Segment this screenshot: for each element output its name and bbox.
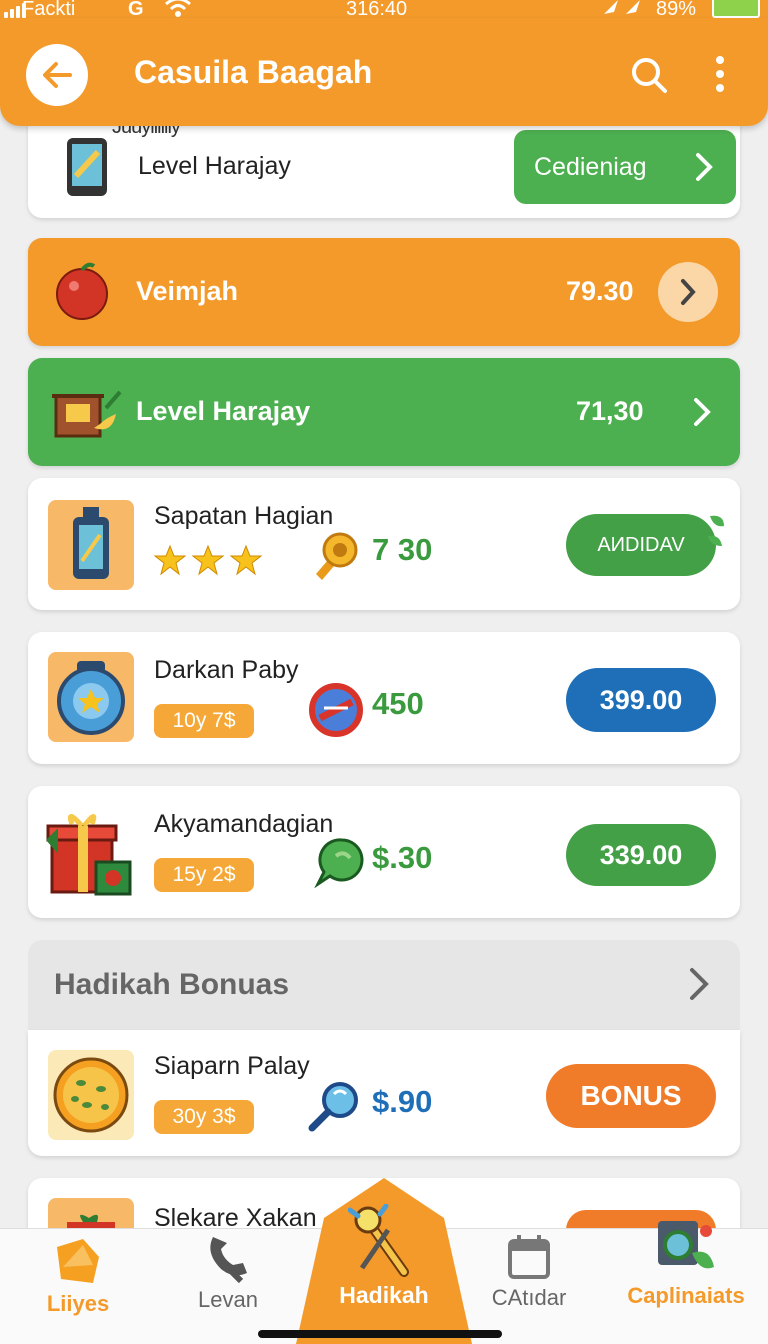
cookie-icon — [53, 1057, 129, 1133]
app-header: Casuila Baagah — [0, 18, 768, 126]
product-button-label: AИDIDAV — [597, 533, 685, 556]
nav-item-liiyes[interactable]: Liiyes — [28, 1229, 128, 1344]
nav-label: CAtıdar — [491, 1285, 567, 1310]
star-rating — [154, 544, 262, 576]
product-button[interactable]: AИDIDAV — [566, 514, 716, 576]
product-button[interactable]: 399.00 — [566, 668, 716, 732]
bonus-section-header[interactable]: Hadikah Bonuas — [28, 940, 740, 1032]
magic-wand-icon — [348, 1204, 409, 1277]
banner-green[interactable]: Level Harajay 71,30 — [28, 358, 740, 466]
bonus-item-card: Siaparn Palay 30y 3$ $.90 BONUS — [28, 1030, 740, 1156]
battery-icon — [712, 0, 760, 18]
chevron-right-icon — [694, 398, 711, 426]
more-vert-icon — [716, 56, 724, 92]
product-card: Darkan Paby 10y 7$ 450 399.00 — [28, 632, 740, 764]
leaf-icon — [708, 515, 724, 546]
bonus-button-label: BONUS — [580, 1080, 682, 1111]
product-tag: 15y 2$ — [154, 858, 254, 892]
banner-orange[interactable]: Veimjah 79.30 — [28, 238, 740, 346]
phone-handset-icon — [210, 1237, 247, 1283]
level-card-label: Level Harajay — [138, 152, 291, 180]
banner-orange-arrow[interactable] — [658, 262, 718, 322]
product-thumbnail — [48, 500, 134, 590]
calendar-icon — [508, 1235, 550, 1279]
product-button[interactable]: 339.00 — [566, 824, 716, 886]
product-name: Sapatan Hagian — [154, 502, 334, 530]
nav-label: Liiyes — [46, 1291, 110, 1316]
home-indicator — [258, 1330, 502, 1338]
product-value: $.30 — [372, 840, 433, 875]
product-name: Akyamandagian — [154, 810, 334, 838]
product-thumbnail — [48, 652, 134, 742]
nav-item-caplinaiats[interactable]: Caplinaiats — [626, 1221, 746, 1344]
nav-item-levan[interactable]: Levan — [178, 1229, 278, 1344]
product-card: Akyamandagian 15y 2$ $.30 339.00 — [28, 786, 740, 918]
banner-green-label: Level Harajay — [136, 396, 311, 426]
product-name: Darkan Paby — [154, 656, 299, 684]
lantern-icon — [73, 507, 109, 579]
nav-item-catidar[interactable]: CAtıdar — [474, 1229, 584, 1344]
page-title: Casuila Baagah — [134, 54, 373, 90]
product-button-label: 339.00 — [599, 839, 683, 870]
level-card-button[interactable]: Cedieniag — [514, 130, 736, 204]
fruit-icon — [52, 260, 112, 327]
level-card-button-label: Cedieniag — [534, 152, 647, 181]
nav-label: Hadikah — [339, 1282, 429, 1308]
home-tile-icon — [57, 1239, 99, 1283]
nav-label: Levan — [198, 1287, 258, 1312]
chevron-right-icon — [681, 279, 696, 305]
star-icon — [154, 544, 186, 576]
product-button-label: 399.00 — [599, 684, 683, 715]
banner-orange-value: 79.30 — [566, 276, 634, 306]
banner-orange-label: Veimjah — [136, 276, 239, 306]
bonus-item-value: $.90 — [372, 1084, 433, 1119]
star-icon — [230, 544, 262, 576]
chevron-right-icon — [696, 153, 713, 181]
nav-item-hadikah[interactable]: Hadikah — [296, 1178, 472, 1344]
star-pot-icon — [57, 661, 125, 735]
washing-machine-icon — [658, 1221, 714, 1269]
product-value: 7 30 — [372, 532, 433, 567]
magnifier-icon — [308, 1080, 362, 1137]
more-options-button[interactable] — [712, 52, 728, 101]
arrow-left-icon — [43, 62, 72, 88]
search-button[interactable] — [628, 54, 670, 101]
back-button[interactable] — [26, 44, 88, 106]
phone-icon — [64, 136, 110, 203]
product-thumbnail — [48, 1050, 134, 1140]
bonus-item-name: Siaparn Palay — [154, 1052, 310, 1080]
bonus-section-title: Hadikah Bonuas — [54, 968, 290, 1001]
no-entry-icon — [308, 682, 364, 743]
bonus-button[interactable]: BONUS — [546, 1064, 716, 1128]
product-tag: 10y 7$ — [154, 704, 254, 738]
bonus-item-tag: 30y 3$ — [154, 1100, 254, 1134]
chevron-right-icon — [690, 968, 709, 1000]
search-icon — [632, 58, 667, 93]
product-value: 450 — [372, 686, 424, 721]
chat-bubble-icon — [314, 836, 364, 893]
medal-icon — [310, 530, 358, 587]
product-card: Sapatan Hagian 7 30 AИDIDAV — [28, 478, 740, 610]
gift-icon — [42, 804, 136, 905]
nav-label: Caplinaiats — [627, 1283, 745, 1308]
gift-box-icon — [50, 378, 122, 447]
banner-green-value: 71,30 — [576, 396, 644, 426]
star-icon — [192, 544, 224, 576]
